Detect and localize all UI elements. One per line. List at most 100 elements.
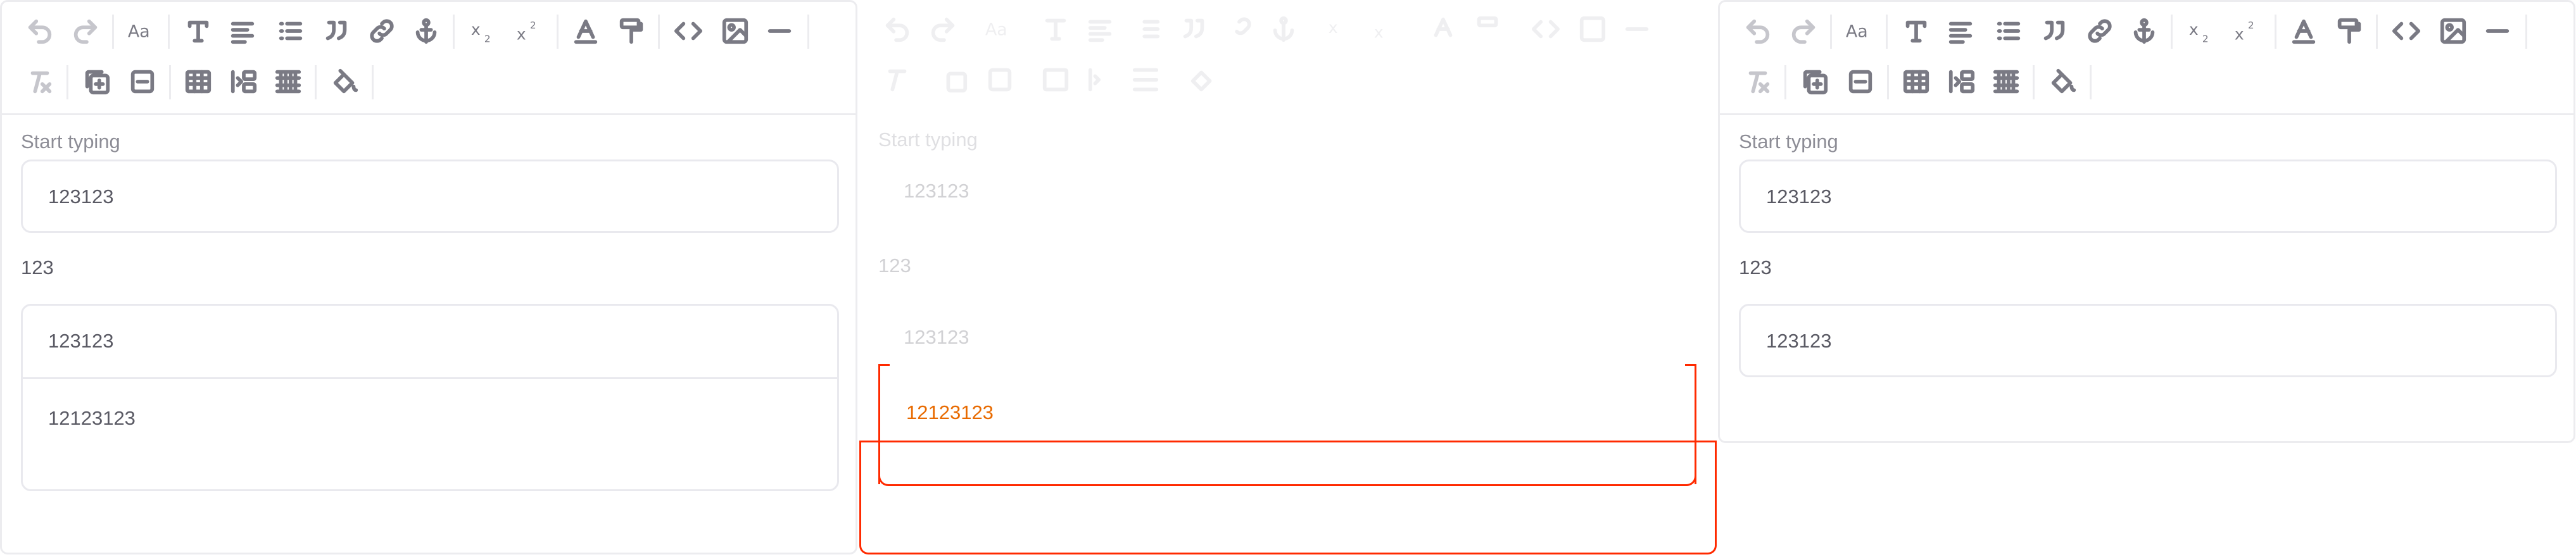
format-painter-icon[interactable] [2329, 6, 2370, 56]
grid-icon [1125, 54, 1166, 105]
text-color-icon[interactable] [565, 6, 606, 56]
paragraph-icon[interactable] [178, 6, 218, 56]
clear-format-icon[interactable] [20, 56, 60, 107]
superscript-icon: x [1366, 4, 1406, 54]
anchor-icon[interactable] [2124, 6, 2164, 56]
editor-toolbar: Aa x2 x2 [2, 2, 856, 115]
format-painter-icon [1468, 4, 1509, 54]
code-icon [1525, 4, 1566, 54]
list-icon[interactable] [1988, 6, 2029, 56]
paragraph-icon[interactable] [1896, 6, 1936, 56]
editor-placeholder: Start typing [1739, 130, 1838, 153]
format-painter-icon[interactable] [611, 6, 652, 56]
redo-icon [923, 4, 963, 54]
code-icon[interactable] [668, 6, 709, 56]
editor-toolbar: Aa x2 x2 [1720, 2, 2573, 115]
text-block-content[interactable]: 123123 [1766, 185, 1831, 208]
image-icon[interactable] [715, 6, 755, 56]
svg-text:x: x [2235, 25, 2244, 43]
grid-icon[interactable] [1986, 56, 2026, 107]
subscript-icon: x [1320, 4, 1361, 54]
text-size-icon: Aa [978, 4, 1019, 54]
drag-preview-panel: Aa x x Start typing 123123 123 123123 12… [859, 0, 1717, 554]
svg-text:x: x [1329, 18, 1338, 37]
paragraph-icon [1035, 4, 1076, 54]
horizontal-rule-icon[interactable] [759, 6, 800, 56]
text-color-icon [1423, 4, 1463, 54]
text-block-content[interactable]: 123123 [48, 185, 113, 208]
subscript-icon[interactable]: x2 [2181, 6, 2221, 56]
undo-icon [877, 4, 918, 54]
horizontal-rule-icon[interactable] [2477, 6, 2518, 56]
table-block[interactable]: 123123 [1739, 304, 2557, 377]
indent-icon[interactable] [224, 56, 264, 107]
code-icon[interactable] [2386, 6, 2427, 56]
svg-text:Aa: Aa [128, 22, 150, 42]
clear-format-icon [877, 54, 918, 105]
quote-icon [1173, 4, 1214, 54]
table-cell-1[interactable]: 123123 [1766, 330, 1831, 353]
align-icon[interactable] [1940, 6, 1981, 56]
redo-icon[interactable] [65, 6, 106, 56]
fill-icon[interactable] [325, 56, 365, 107]
ghost-toolbar: Aa x x [859, 0, 1717, 113]
drag-corner-left [878, 364, 890, 366]
text-block[interactable]: 123123 [1739, 160, 2557, 233]
redo-icon[interactable] [1783, 6, 1824, 56]
quote-icon[interactable] [2034, 6, 2074, 56]
svg-text:x: x [2189, 20, 2199, 39]
align-icon[interactable] [222, 6, 263, 56]
list-icon [1128, 4, 1168, 54]
undo-icon[interactable] [1738, 6, 1778, 56]
grid-icon[interactable] [268, 56, 308, 107]
drag-corner-right [1685, 364, 1696, 366]
insert-block-icon[interactable] [1795, 56, 1835, 107]
svg-text:2: 2 [530, 20, 536, 31]
superscript-icon[interactable]: x2 [2226, 6, 2267, 56]
subscript-icon[interactable]: x2 [463, 6, 503, 56]
indent-icon[interactable] [1941, 56, 1982, 107]
ghost-table-cell: 123123 [904, 326, 969, 348]
editor-panel-right: Aa x2 x2 Start typing 123123 123 123123 [1718, 0, 2575, 443]
ghost-text-block: 123123 [904, 180, 969, 202]
editor-placeholder: Start typing [21, 130, 120, 153]
remove-block-icon [980, 54, 1020, 105]
link-icon[interactable] [362, 6, 402, 56]
image-icon[interactable] [2433, 6, 2473, 56]
superscript-icon[interactable]: x2 [508, 6, 549, 56]
plain-line[interactable]: 123 [21, 256, 54, 279]
text-color-icon[interactable] [2283, 6, 2324, 56]
ghost-placeholder: Start typing [878, 128, 978, 151]
svg-text:x: x [471, 20, 481, 39]
text-size-icon[interactable]: Aa [1839, 6, 1879, 56]
horizontal-rule-icon [1617, 4, 1657, 54]
table-icon[interactable] [1896, 56, 1936, 107]
table-divider [23, 377, 837, 379]
quote-icon[interactable] [316, 6, 357, 56]
anchor-icon[interactable] [406, 6, 446, 56]
svg-text:2: 2 [484, 33, 491, 44]
fill-icon[interactable] [2043, 56, 2083, 107]
indent-icon [1081, 54, 1121, 105]
insert-block-icon[interactable] [77, 56, 117, 107]
svg-text:Aa: Aa [1846, 22, 1868, 42]
insert-block-icon [934, 54, 975, 105]
align-icon [1080, 4, 1120, 54]
remove-block-icon[interactable] [122, 56, 163, 107]
table-cell-1[interactable]: 123123 [48, 330, 113, 353]
undo-icon[interactable] [20, 6, 60, 56]
text-block[interactable]: 123123 [21, 160, 839, 233]
remove-block-icon[interactable] [1840, 56, 1881, 107]
clear-format-icon[interactable] [1738, 56, 1778, 107]
table-icon[interactable] [178, 56, 218, 107]
text-size-icon[interactable]: Aa [121, 6, 161, 56]
plain-line[interactable]: 123 [1739, 256, 1772, 279]
table-block[interactable]: 123123 12123123 [21, 304, 839, 491]
svg-text:Aa: Aa [985, 20, 1007, 40]
list-icon[interactable] [270, 6, 311, 56]
drag-panel-outline [859, 441, 1717, 554]
table-icon [1035, 54, 1076, 105]
table-cell-2[interactable]: 12123123 [48, 407, 136, 430]
link-icon[interactable] [2080, 6, 2120, 56]
link-icon [1219, 4, 1260, 54]
